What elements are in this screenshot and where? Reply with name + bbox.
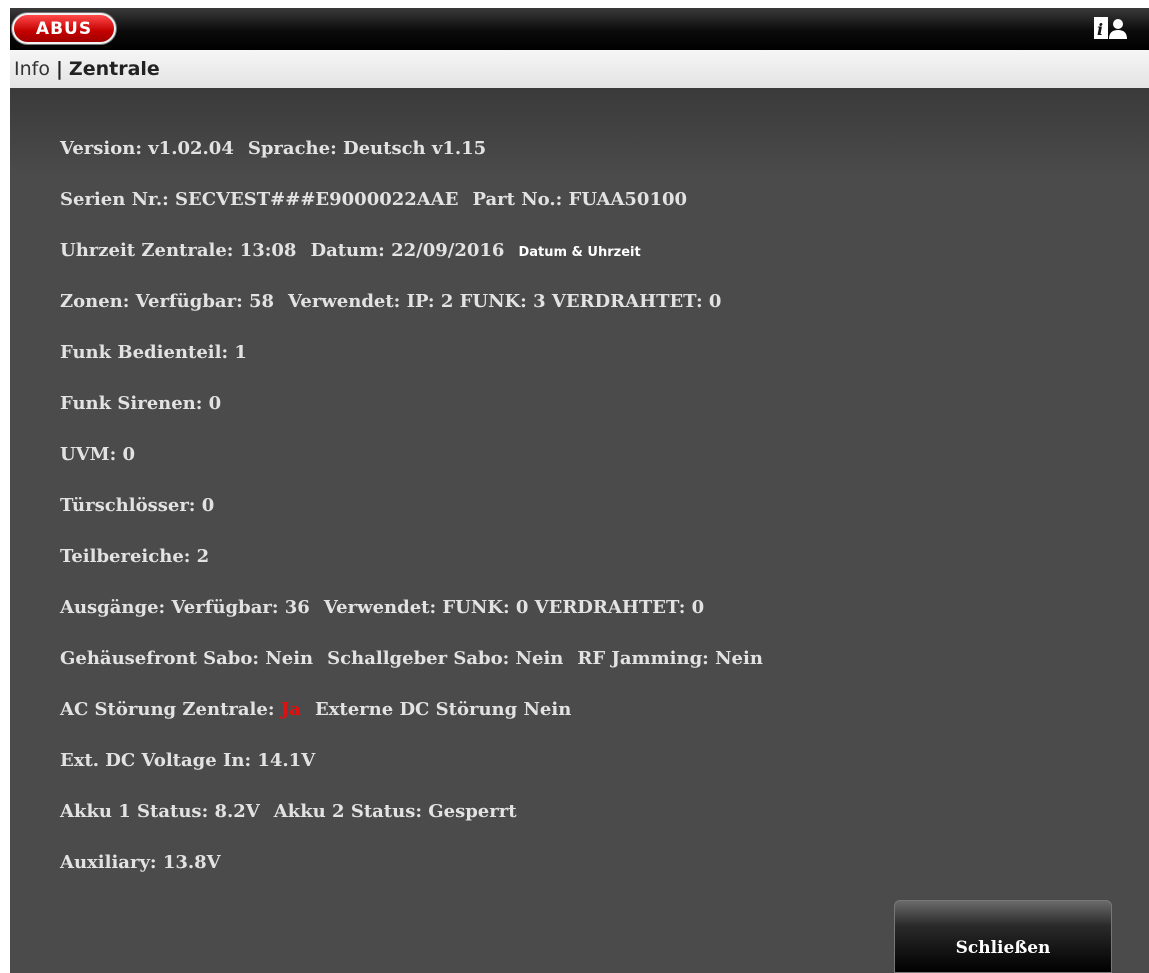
outputs-available: Ausgänge: Verfügbar: 36 xyxy=(60,597,310,618)
breadcrumb-current: Zentrale xyxy=(68,58,160,80)
date-time-link[interactable]: Datum & Uhrzeit xyxy=(518,245,640,260)
version-line: Version: v1.02.04 Sprache: Deutsch v1.15 xyxy=(60,138,486,159)
wireless-sirens-line: Funk Sirenen: 0 xyxy=(60,393,222,414)
info-panel: Version: v1.02.04 Sprache: Deutsch v1.15 … xyxy=(10,88,1149,973)
outputs-line: Ausgänge: Verfügbar: 36 Verwendet: FUNK: … xyxy=(60,597,704,618)
sounder-tamper: Schallgeber Sabo: Nein xyxy=(327,648,564,669)
zones-available: Zonen: Verfügbar: 58 xyxy=(60,291,275,312)
top-bar: ABUS i xyxy=(10,8,1149,50)
zones-line: Zonen: Verfügbar: 58 Verwendet: IP: 2 FUN… xyxy=(60,291,721,312)
uvm-line: UVM: 0 xyxy=(60,444,136,465)
language-value: Sprache: Deutsch v1.15 xyxy=(247,138,487,159)
serial-number: Serien Nr.: SECVEST###E9000022AAE xyxy=(60,189,459,210)
battery-2-status: Akku 2 Status: Gesperrt xyxy=(273,801,517,822)
wireless-keypad-line: Funk Bedienteil: 1 xyxy=(60,342,247,363)
battery-line: Akku 1 Status: 8.2V Akku 2 Status: Gesper… xyxy=(60,801,517,822)
breadcrumb: Info | Zentrale xyxy=(10,50,1149,88)
external-dc-fault: Externe DC Störung Nein xyxy=(314,699,572,720)
rf-jamming: RF Jamming: Nein xyxy=(577,648,763,669)
abus-logo: ABUS xyxy=(12,13,116,44)
part-number: Part No.: FUAA50100 xyxy=(472,189,688,210)
breadcrumb-info-link[interactable]: Info xyxy=(14,58,50,80)
zones-used: Verwendet: IP: 2 FUNK: 3 VERDRAHTET: 0 xyxy=(288,291,722,312)
panel-time: Uhrzeit Zentrale: 13:08 xyxy=(60,240,297,261)
tamper-line: Gehäusefront Sabo: Nein Schallgeber Sabo:… xyxy=(60,648,763,669)
ac-fault-label: AC Störung Zentrale: xyxy=(60,699,275,720)
partitions-line: Teilbereiche: 2 xyxy=(60,546,210,567)
battery-1-status: Akku 1 Status: 8.2V xyxy=(60,801,260,822)
app-window: ABUS i Info | Zentrale Version: v1.02.04… xyxy=(10,8,1149,973)
close-button[interactable]: Schließen xyxy=(894,900,1112,973)
panel-date: Datum: 22/09/2016 xyxy=(310,240,505,261)
ext-dc-voltage-line: Ext. DC Voltage In: 14.1V xyxy=(60,750,316,771)
ac-fault-line: AC Störung Zentrale: Ja Externe DC Störun… xyxy=(60,699,571,720)
front-tamper: Gehäusefront Sabo: Nein xyxy=(60,648,314,669)
breadcrumb-separator: | xyxy=(55,58,63,80)
door-locks-line: Türschlösser: 0 xyxy=(60,495,215,516)
help-user-icon[interactable]: i xyxy=(1094,17,1128,43)
datetime-line: Uhrzeit Zentrale: 13:08 Datum: 22/09/2016… xyxy=(60,240,641,261)
outputs-used: Verwendet: FUNK: 0 VERDRAHTET: 0 xyxy=(323,597,705,618)
auxiliary-line: Auxiliary: 13.8V xyxy=(60,852,221,873)
version-value: Version: v1.02.04 xyxy=(60,138,234,159)
svg-text:i: i xyxy=(1097,20,1103,39)
serial-line: Serien Nr.: SECVEST###E9000022AAE Part No… xyxy=(60,189,687,210)
ac-fault-status: Ja xyxy=(280,699,301,720)
